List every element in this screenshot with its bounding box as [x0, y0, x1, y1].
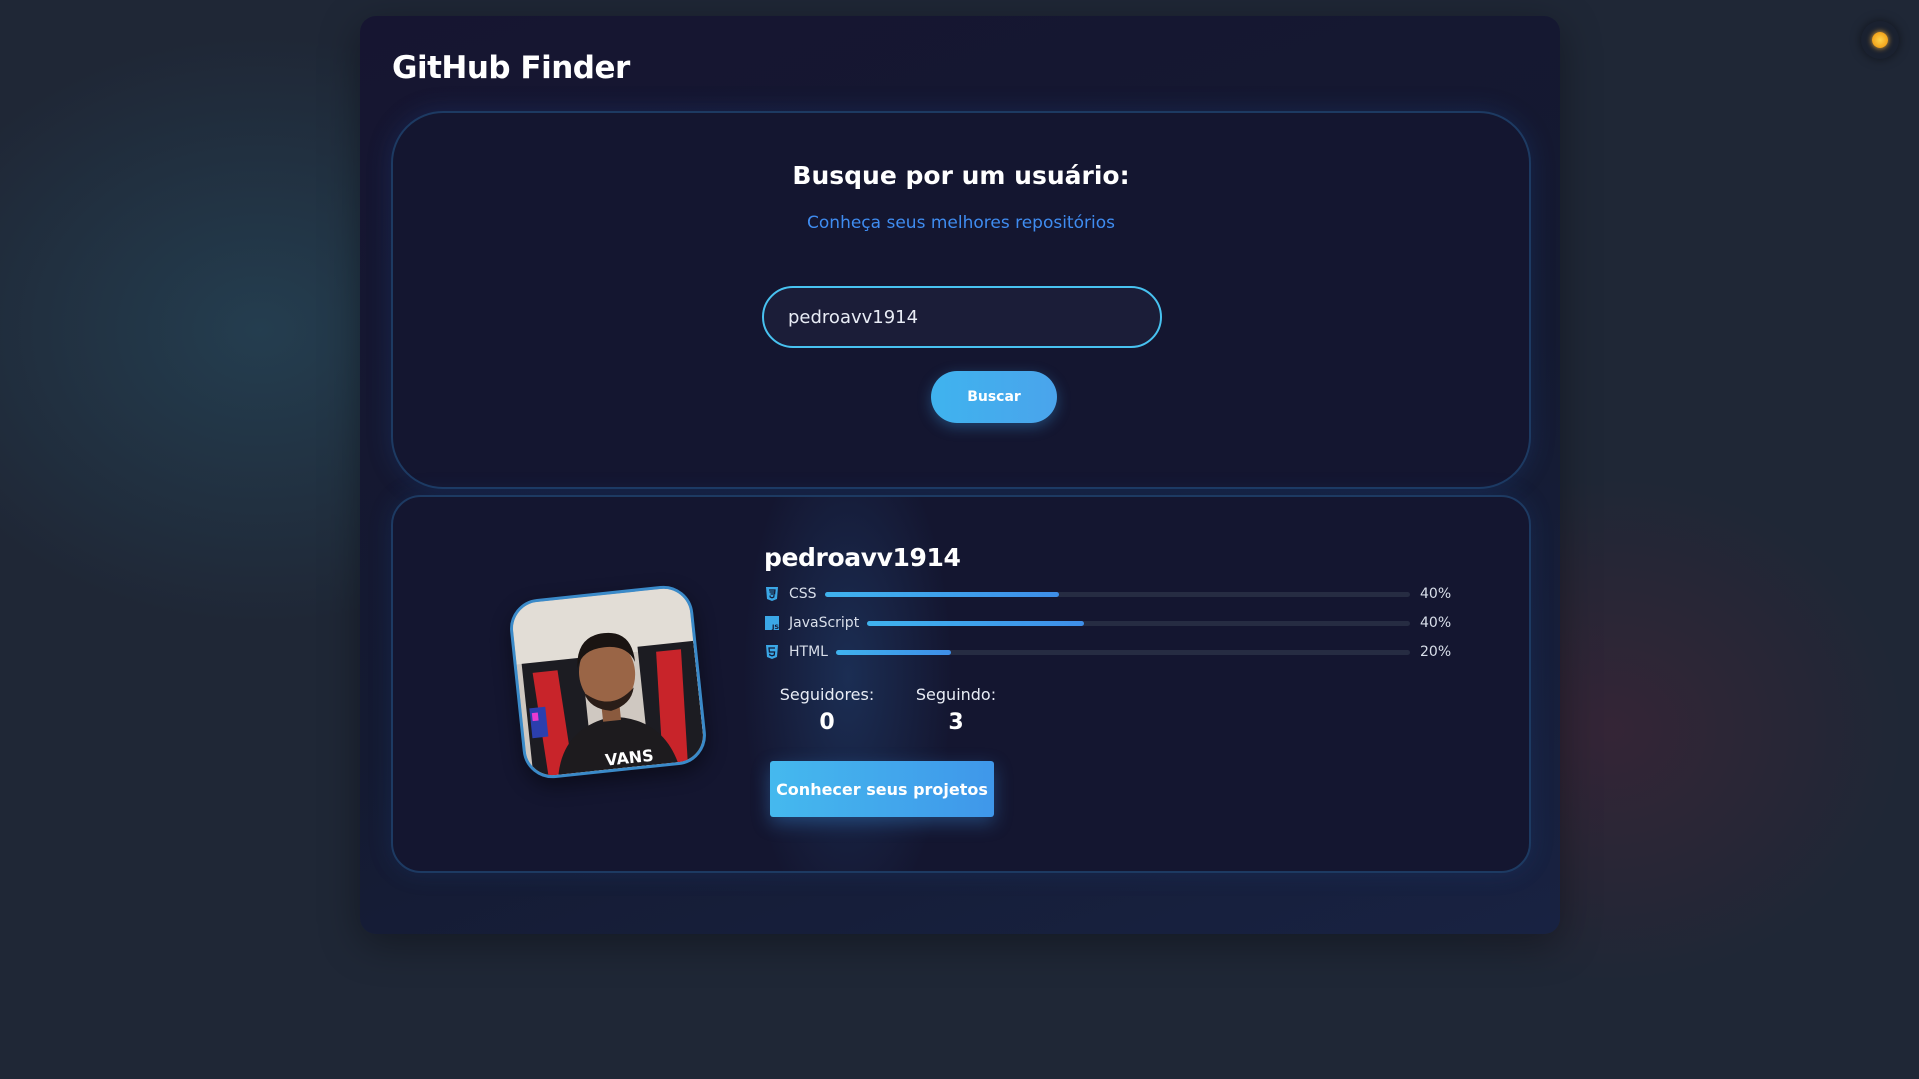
language-progress-track	[824, 591, 1410, 597]
language-progress-track	[867, 620, 1410, 626]
search-heading: Busque por um usuário:	[792, 161, 1130, 190]
language-row-css: CSS 40%	[764, 584, 1452, 604]
language-percent: 40%	[1420, 615, 1452, 631]
profile-card: VANS pedroavv1914 CSS 40% JS JavaScript	[391, 495, 1531, 873]
following-label: Seguindo:	[915, 685, 997, 704]
language-progress-track	[835, 649, 1410, 655]
following-count: 3	[948, 710, 964, 735]
language-row-javascript: JS JavaScript 40%	[764, 613, 1452, 633]
avatar-photo: VANS	[510, 586, 706, 778]
username-search-input[interactable]	[762, 286, 1162, 348]
language-row-html: HTML 20%	[764, 642, 1452, 662]
followers-label: Seguidores:	[779, 685, 875, 704]
javascript-icon: JS	[765, 616, 779, 631]
language-progress-fill	[835, 649, 951, 655]
svg-text:VANS: VANS	[604, 746, 654, 770]
css-icon	[766, 587, 778, 601]
app-container: GitHub Finder Busque por um usuário: Con…	[360, 16, 1560, 934]
avatar: VANS	[507, 582, 709, 782]
language-progress-fill	[867, 620, 1085, 626]
html-icon	[766, 645, 778, 659]
followers-stat: Seguidores: 0	[778, 685, 876, 735]
sun-icon	[1872, 32, 1888, 48]
search-button[interactable]: Buscar	[931, 371, 1057, 423]
profile-username: pedroavv1914	[764, 543, 961, 572]
theme-toggle-button[interactable]	[1861, 21, 1899, 59]
language-name: JavaScript	[789, 615, 860, 631]
app-title: GitHub Finder	[392, 50, 630, 86]
followers-count: 0	[819, 710, 835, 735]
search-subtitle: Conheça seus melhores repositórios	[807, 213, 1115, 233]
svg-text:JS: JS	[771, 623, 779, 631]
following-stat: Seguindo: 3	[912, 685, 1000, 735]
search-card: Busque por um usuário: Conheça seus melh…	[391, 111, 1531, 489]
language-percent: 20%	[1420, 644, 1452, 660]
language-percent: 40%	[1420, 586, 1452, 602]
view-projects-button[interactable]: Conhecer seus projetos	[770, 761, 994, 817]
language-name: HTML	[789, 644, 828, 660]
language-name: CSS	[789, 586, 817, 602]
language-progress-fill	[824, 591, 1059, 597]
